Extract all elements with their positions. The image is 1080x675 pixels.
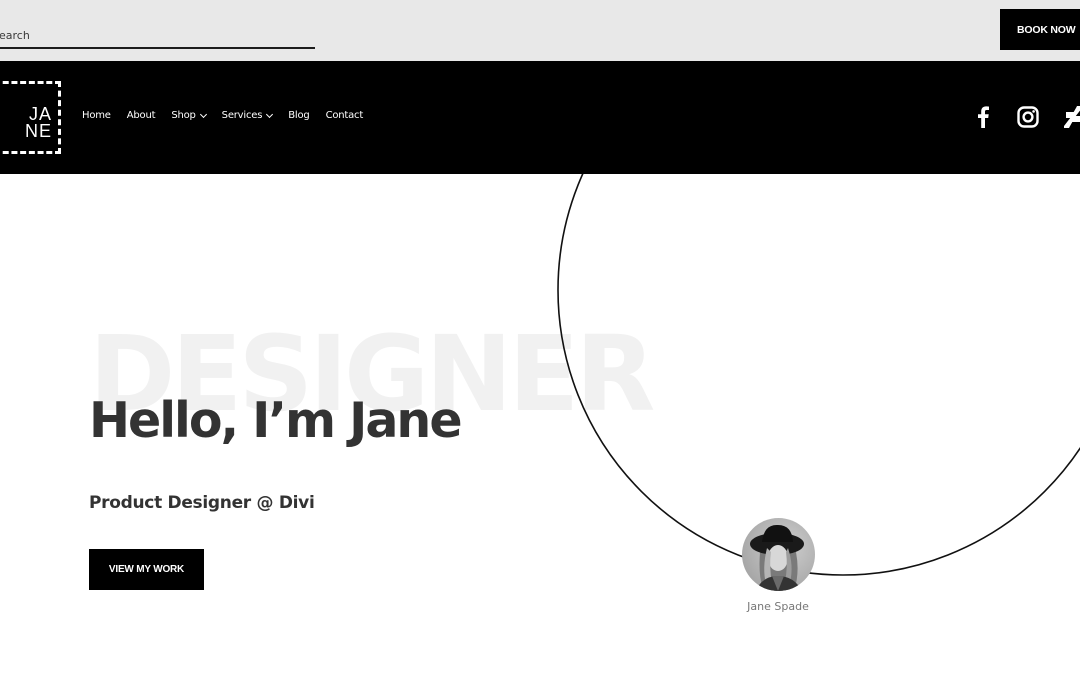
- nav-item-label: Blog: [288, 110, 310, 121]
- chevron-down-icon: [199, 110, 207, 118]
- nav-item-contact[interactable]: Contact: [326, 110, 364, 121]
- nav-item-blog[interactable]: Blog: [288, 110, 310, 121]
- logo-line-2: NE: [24, 121, 52, 141]
- search-input[interactable]: [0, 20, 315, 47]
- main-navbar: JA NE Home About Shop Services Blog Cont…: [0, 61, 1080, 174]
- instagram-link[interactable]: [1016, 105, 1040, 129]
- view-my-work-button[interactable]: VIEW MY WORK: [89, 549, 204, 590]
- nav-item-label: About: [126, 110, 156, 121]
- hero-title: Hello, I’m Jane: [89, 392, 463, 449]
- chevron-down-icon: [266, 110, 274, 118]
- nav-item-label: Contact: [325, 110, 364, 121]
- facebook-link[interactable]: [974, 105, 992, 129]
- circle-outline: [557, 174, 1080, 576]
- nav-item-home[interactable]: Home: [82, 110, 111, 121]
- top-bar: BOOK NOW: [0, 0, 1080, 61]
- nav-item-about[interactable]: About: [127, 110, 156, 121]
- portrait-image: [750, 524, 804, 591]
- avatar: [742, 518, 815, 591]
- logo-text: JA NE: [12, 105, 52, 141]
- hero-subtitle: Product Designer @ Divi: [89, 493, 315, 513]
- deviantart-link[interactable]: [1064, 105, 1080, 129]
- search-field-wrapper: [0, 20, 315, 49]
- deviantart-icon: [1064, 106, 1080, 128]
- nav-item-label: Home: [82, 110, 111, 121]
- nav-item-label: Services: [221, 110, 263, 121]
- book-now-button[interactable]: BOOK NOW: [1000, 9, 1080, 50]
- logo[interactable]: JA NE: [0, 81, 61, 154]
- nav-item-label: Shop: [171, 110, 196, 121]
- instagram-icon: [1017, 106, 1039, 128]
- nav-item-shop[interactable]: Shop: [171, 110, 207, 121]
- facebook-icon: [978, 106, 989, 128]
- nav-item-services[interactable]: Services: [221, 110, 274, 121]
- avatar-name: Jane Spade: [747, 600, 809, 613]
- primary-nav: Home About Shop Services Blog Contact: [82, 110, 379, 121]
